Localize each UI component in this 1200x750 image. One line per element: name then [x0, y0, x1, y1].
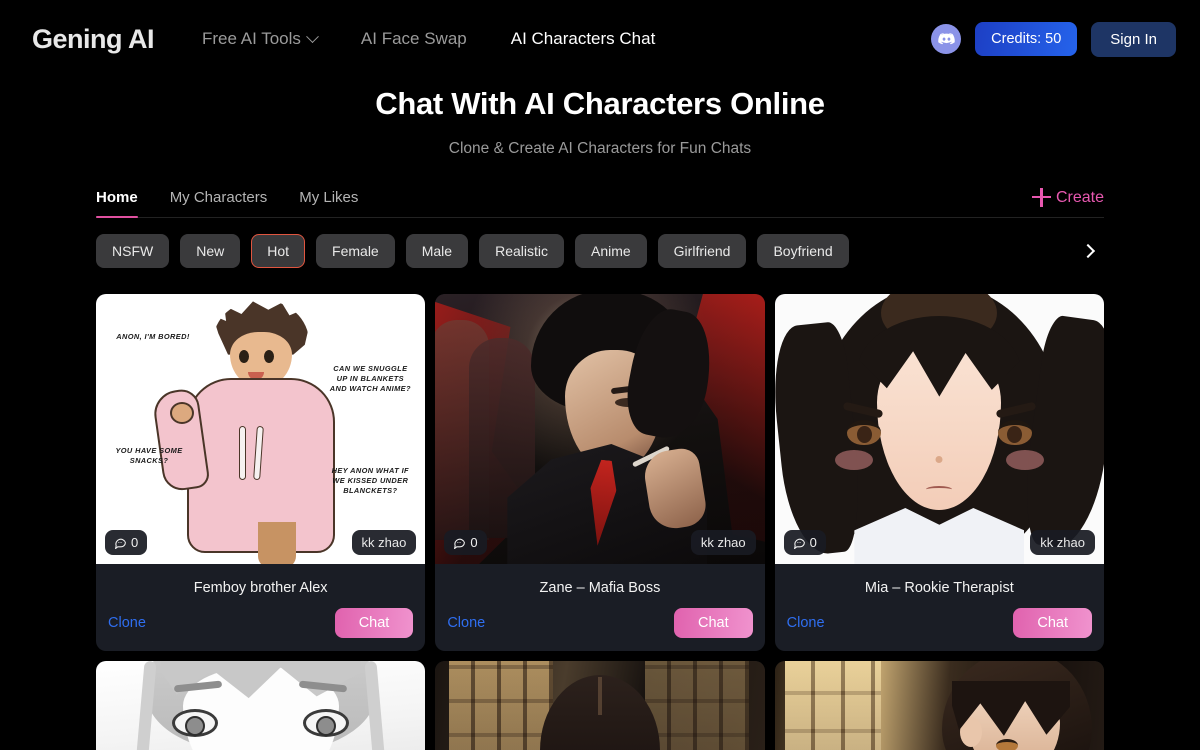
character-card-grid: ANON, I'M BORED! CAN WE SNUGGLE UP IN BL… — [96, 294, 1104, 651]
author-badge: kk zhao — [1030, 530, 1095, 555]
noir-artwork — [435, 294, 765, 564]
tab-home[interactable]: Home — [96, 189, 154, 218]
sign-in-button[interactable]: Sign In — [1091, 21, 1176, 57]
header-actions: Credits: 50 Sign In — [931, 21, 1176, 57]
chevron-down-icon — [306, 29, 319, 43]
filter-chip-anime[interactable]: Anime — [574, 234, 647, 268]
filter-chip-new[interactable]: New — [180, 234, 241, 268]
figure-eye-left — [239, 350, 249, 363]
credits-button[interactable]: Credits: 50 — [975, 22, 1078, 56]
shoji-screen-left — [449, 661, 554, 750]
window-screen — [784, 661, 881, 750]
character-card[interactable] — [435, 661, 765, 750]
tabs-list: Home My Characters My Likes — [96, 189, 374, 218]
shoji-screen-right — [644, 661, 749, 750]
filter-chip-hot[interactable]: Hot — [251, 234, 306, 268]
hero-section: Chat With AI Characters Online Clone & C… — [0, 78, 1200, 158]
speech-bubble-icon — [114, 538, 126, 549]
discord-icon[interactable] — [931, 24, 962, 54]
figure-eye — [996, 739, 1018, 750]
filter-chips-row: NSFW New Hot Female Male Realistic Anime… — [96, 234, 1104, 268]
card-artwork[interactable]: 0 kk zhao — [435, 294, 765, 564]
sketch-artwork — [96, 661, 426, 750]
character-card[interactable]: 0 kk zhao Mia – Rookie Therapist Clone C… — [774, 294, 1104, 651]
character-card[interactable]: ANON, I'M BORED! CAN WE SNUGGLE UP IN BL… — [96, 294, 426, 651]
filter-chip-nsfw[interactable]: NSFW — [96, 234, 170, 268]
figure-iris-left — [185, 716, 205, 736]
author-badge: kk zhao — [690, 530, 756, 555]
chat-count-value: 0 — [809, 535, 817, 550]
create-button-label: Create — [1055, 188, 1104, 206]
comic-text-1: ANON, I'M BORED! — [116, 332, 190, 341]
card-title: Zane – Mafia Boss — [539, 580, 661, 596]
filter-chip-female[interactable]: Female — [316, 234, 395, 268]
chat-count-value: 0 — [470, 535, 478, 550]
speech-bubble-icon — [454, 538, 466, 549]
author-badge: kk zhao — [351, 530, 417, 555]
main-nav: Free AI Tools AI Face Swap AI Characters… — [180, 29, 677, 49]
figure-pupil-right — [1007, 426, 1022, 443]
chevron-right-icon[interactable] — [1074, 236, 1104, 266]
room-artwork — [435, 661, 765, 750]
chat-button[interactable]: Chat — [1013, 608, 1092, 638]
anime-artwork — [774, 294, 1104, 564]
chat-count-badge: 0 — [444, 530, 487, 555]
chat-count-value: 0 — [131, 535, 139, 550]
figure-hand — [170, 402, 194, 424]
hoodie-string-left — [239, 426, 246, 480]
card-actions: Clone Chat — [775, 596, 1104, 651]
figure-leg — [258, 522, 296, 564]
nav-item-free-ai-tools[interactable]: Free AI Tools — [180, 29, 339, 49]
filter-chip-girlfriend[interactable]: Girlfriend — [657, 234, 747, 268]
filter-chip-male[interactable]: Male — [405, 234, 469, 268]
create-button[interactable]: Create — [1031, 188, 1104, 217]
character-card[interactable] — [774, 661, 1104, 750]
clone-link[interactable]: Clone — [108, 615, 146, 631]
speech-bubble-icon — [793, 538, 805, 549]
chat-button[interactable]: Chat — [334, 608, 414, 638]
figure-mouth — [926, 486, 953, 493]
figure-nose — [935, 456, 943, 463]
nav-item-ai-face-swap[interactable]: AI Face Swap — [339, 29, 489, 49]
comic-artwork: ANON, I'M BORED! CAN WE SNUGGLE UP IN BL… — [96, 294, 426, 564]
tab-my-likes[interactable]: My Likes — [283, 189, 374, 217]
brand-logo[interactable]: Gening AI — [32, 24, 155, 55]
comic-text-3: YOU HAVE SOME SNACKS? — [115, 446, 183, 466]
page-title: Chat With AI Characters Online — [375, 86, 825, 121]
comic-text-4: HEY ANON WHAT IF WE KISSED UNDER BLANCKE… — [331, 466, 409, 496]
nav-item-ai-characters-chat[interactable]: AI Characters Chat — [489, 29, 678, 49]
filter-chip-boyfriend[interactable]: Boyfriend — [757, 234, 849, 268]
tabs-bar: Home My Characters My Likes Create — [96, 188, 1104, 218]
card-artwork[interactable]: ANON, I'M BORED! CAN WE SNUGGLE UP IN BL… — [96, 294, 426, 564]
tab-my-characters[interactable]: My Characters — [154, 189, 284, 217]
figure-blush-right — [1006, 450, 1044, 470]
card-title: Mia – Rookie Therapist — [864, 580, 1014, 596]
card-artwork[interactable]: 0 kk zhao — [774, 294, 1104, 564]
clone-link[interactable]: Clone — [447, 615, 485, 631]
hair-strand-right — [364, 661, 386, 750]
clone-link[interactable]: Clone — [787, 615, 825, 631]
card-title: Femboy brother Alex — [193, 580, 328, 596]
page-subtitle: Clone & Create AI Characters for Fun Cha… — [448, 140, 752, 157]
figure-eye-right — [264, 350, 274, 363]
filter-chip-realistic[interactable]: Realistic — [479, 234, 564, 268]
character-card[interactable]: 0 kk zhao Zane – Mafia Boss Clone Chat — [435, 294, 765, 651]
plus-icon — [1031, 188, 1051, 207]
chat-count-badge: 0 — [783, 530, 826, 555]
figure-pupil-left — [856, 426, 872, 443]
chat-count-badge: 0 — [105, 530, 148, 555]
card-actions: Clone Chat — [96, 596, 425, 651]
character-card[interactable] — [96, 661, 426, 750]
card-actions: Clone Chat — [435, 596, 764, 651]
figure-blush-left — [834, 450, 873, 470]
warm-room-artwork — [774, 661, 1104, 750]
character-card-grid-row2 — [96, 661, 1104, 750]
comic-text-2: CAN WE SNUGGLE UP IN BLANKETS AND WATCH … — [329, 364, 411, 394]
hair-part — [597, 677, 602, 715]
chat-button[interactable]: Chat — [674, 608, 753, 638]
top-header: Gening AI Free AI Tools AI Face Swap AI … — [0, 0, 1200, 78]
nav-item-label: Free AI Tools — [202, 29, 301, 48]
